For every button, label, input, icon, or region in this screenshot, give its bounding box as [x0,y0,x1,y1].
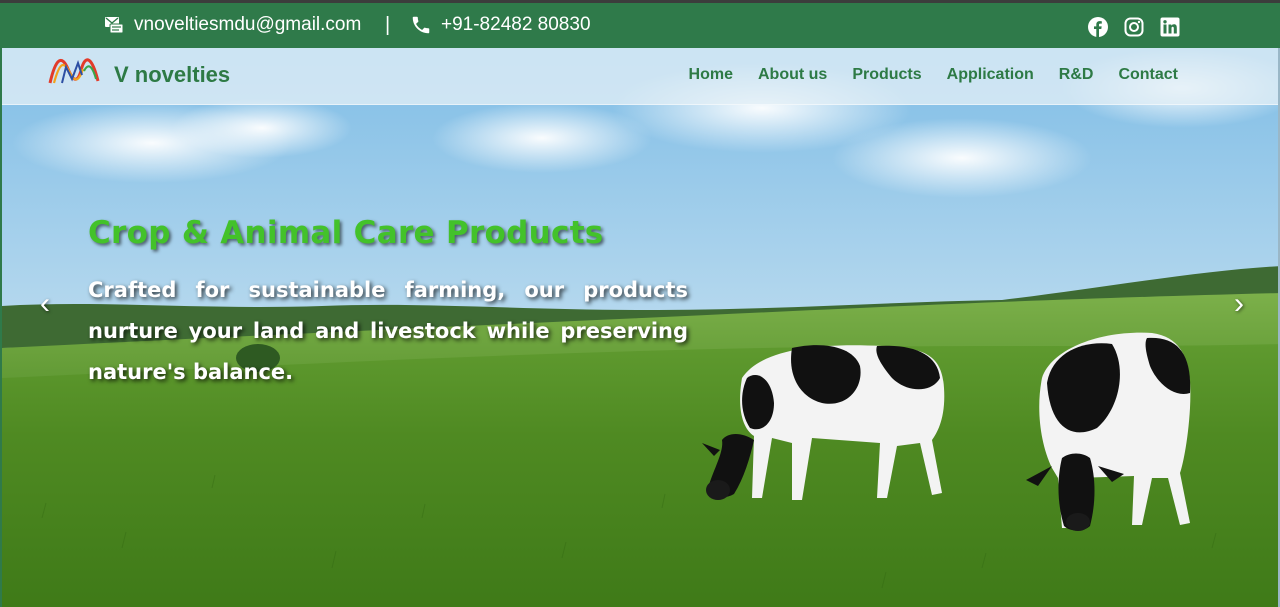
phone-contact[interactable]: +91-82482 80830 [410,14,591,36]
main-navbar: V novelties Home About us Products Appli… [2,48,1278,105]
contact-bar: vnoveltiesmdu@gmail.com | +91-82482 8083… [0,0,1280,48]
nav-item-rnd[interactable]: R&D [1059,66,1094,84]
hero-slider: V novelties Home About us Products Appli… [0,48,1280,607]
nav-item-products[interactable]: Products [852,66,921,84]
nav-item-application[interactable]: Application [947,66,1034,84]
instagram-icon[interactable] [1124,17,1144,37]
brand-name[interactable]: V novelties [114,62,230,88]
wave-logo[interactable] [48,53,100,87]
nav-item-home[interactable]: Home [689,66,733,84]
phone-text[interactable]: +91-82482 80830 [441,14,591,36]
brand[interactable]: V novelties [48,52,230,88]
linkedin-icon[interactable] [1160,17,1180,37]
email-text[interactable]: vnoveltiesmdu@gmail.com [134,14,361,36]
email-contact[interactable]: vnoveltiesmdu@gmail.com [103,14,361,36]
facebook-icon[interactable] [1088,17,1108,37]
hero-title: Crop & Animal Care Products [88,215,604,251]
slider-next-button[interactable]: › [1224,284,1254,324]
phone-icon [410,14,432,36]
nav-item-contact[interactable]: Contact [1118,66,1178,84]
social-links [1088,17,1180,37]
email-icon [103,14,125,36]
nav-menu: Home About us Products Application R&D C… [689,66,1178,84]
nav-item-about-us[interactable]: About us [758,66,827,84]
contact-separator: | [385,14,391,36]
slider-prev-button[interactable]: ‹ [30,284,60,324]
hero-description: Crafted for sustainable farming, our pro… [88,278,688,384]
